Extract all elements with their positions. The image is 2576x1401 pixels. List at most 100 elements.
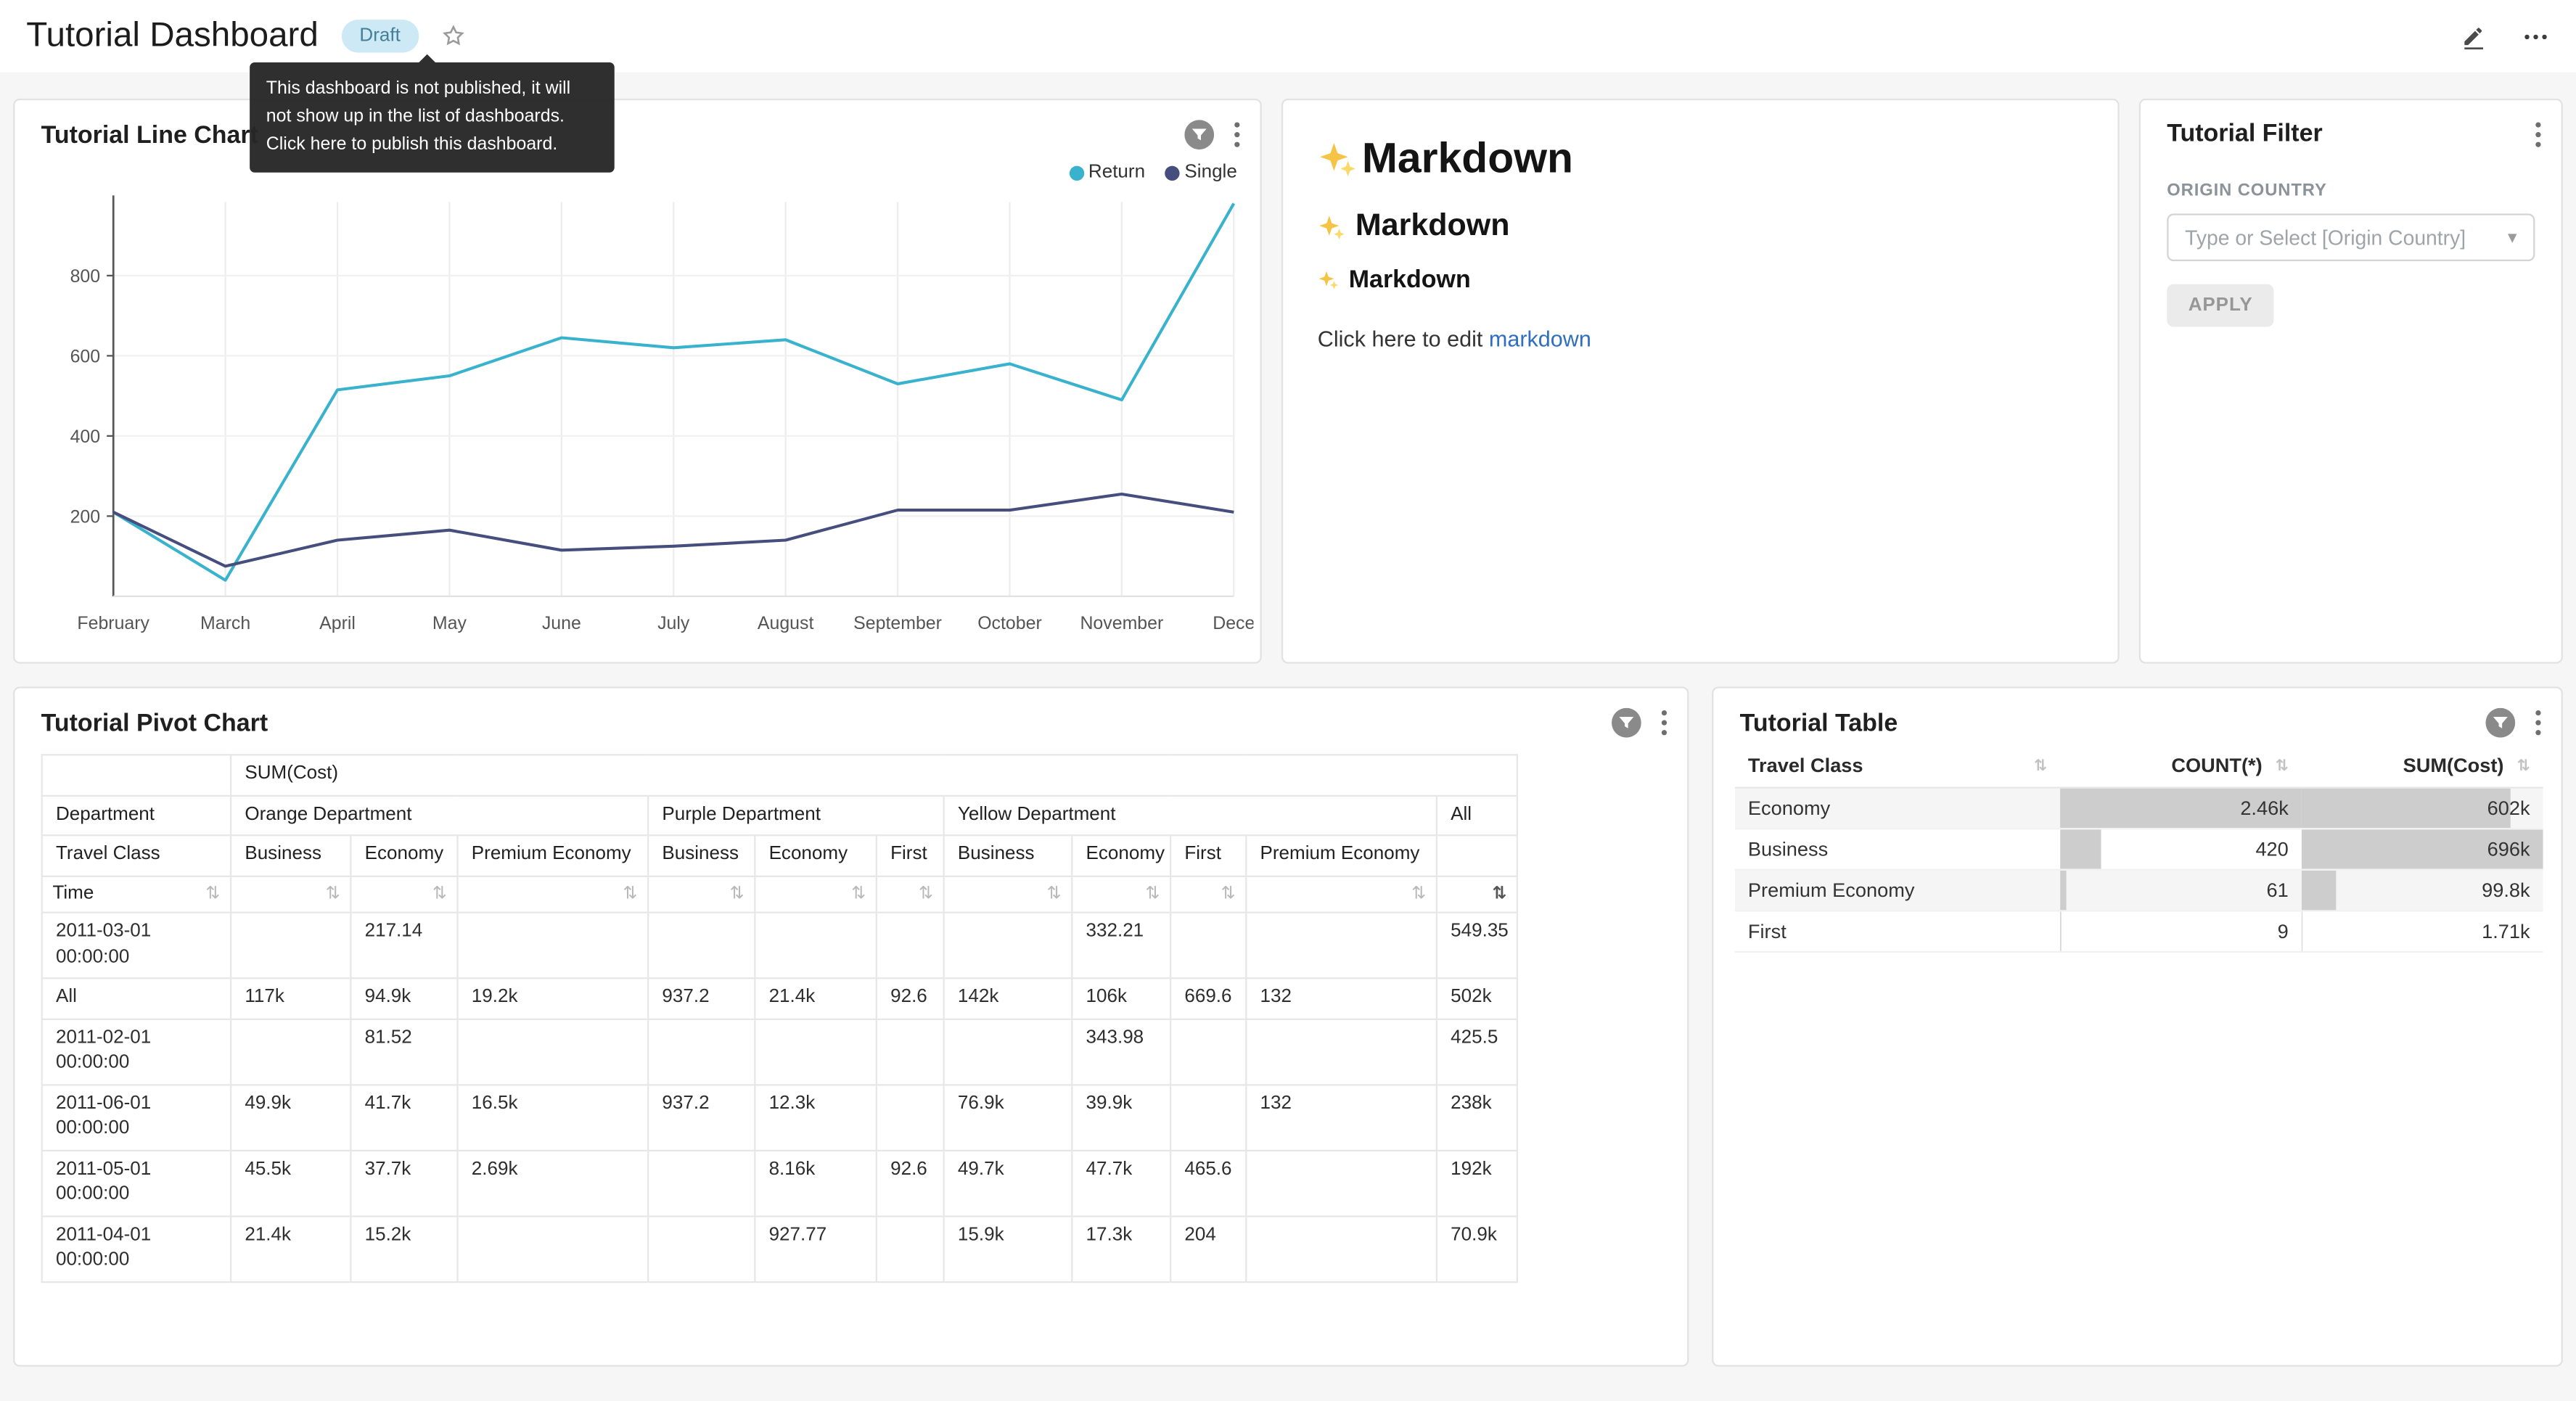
y-axis-tick-label: 600	[70, 346, 101, 366]
sort-icon[interactable]: ⇅	[2276, 757, 2289, 775]
pivot-sort-cell: ⇅	[231, 876, 350, 913]
pivot-value-cell: 47.7k	[1072, 1150, 1170, 1216]
pivot-value-cell	[458, 1216, 649, 1282]
sort-icon[interactable]: ⇅	[205, 882, 220, 905]
pivot-value-cell: 16.5k	[458, 1085, 649, 1151]
markdown-heading-1: Markdown	[1318, 133, 2083, 184]
table-row: Business420696k	[1735, 829, 2543, 870]
sort-icon[interactable]: ⇅	[623, 882, 637, 905]
dashboard-header: Tutorial Dashboard Draft	[0, 0, 2576, 73]
travel-class-cell: First	[1735, 911, 2060, 952]
filter-indicator-icon[interactable]	[2485, 708, 2515, 738]
pivot-value-cell: 927.77	[755, 1216, 877, 1282]
sort-icon[interactable]: ⇅	[1411, 882, 1426, 905]
pivot-row-header: 2011-02-01 00:00:00	[42, 1019, 231, 1085]
pivot-value-cell: 76.9k	[944, 1085, 1072, 1151]
pivot-class-header: Economy	[1072, 835, 1170, 876]
sort-icon[interactable]: ⇅	[326, 882, 340, 905]
column-header-count[interactable]: COUNT(*)⇅	[2060, 744, 2302, 788]
pivot-sort-row: Time ⇅ ⇅ ⇅ ⇅ ⇅ ⇅ ⇅ ⇅ ⇅ ⇅ ⇅ ⇅	[42, 876, 1517, 913]
sort-icon[interactable]: ⇅	[2517, 757, 2530, 775]
x-axis-tick-label: March	[200, 613, 250, 633]
legend-item-single[interactable]: Single	[1165, 163, 1237, 182]
pivot-value-cell: 45.5k	[231, 1150, 350, 1216]
pivot-value-cell: 132	[1246, 1085, 1437, 1151]
sparkles-icon	[1318, 139, 1357, 178]
pivot-class-header: Business	[944, 835, 1072, 876]
x-axis-tick-label: May	[432, 613, 467, 633]
pivot-class-header: Business	[231, 835, 350, 876]
pivot-class-header: Premium Economy	[1246, 835, 1437, 876]
pivot-value-cell: 19.2k	[458, 978, 649, 1019]
pivot-sort-cell: ⇅	[458, 876, 649, 913]
column-label: SUM(Cost)	[2403, 754, 2504, 777]
pivot-value-cell: 937.2	[648, 1085, 755, 1151]
origin-country-select[interactable]: Type or Select [Origin Country] ▾	[2167, 213, 2535, 261]
column-header-sum-cost[interactable]: SUM(Cost) ⇅	[2302, 744, 2543, 788]
sort-icon[interactable]: ⇅	[2034, 757, 2047, 775]
filter-card: Tutorial Filter ORIGIN COUNTRY Type or S…	[2139, 99, 2563, 664]
sort-icon[interactable]: ⇅	[730, 882, 745, 905]
legend-item-return[interactable]: Return	[1069, 163, 1145, 182]
pivot-class-header: Premium Economy	[458, 835, 649, 876]
kebab-menu-icon[interactable]	[2535, 120, 2541, 147]
markdown-body: Markdown Markdown Markdown Click here to…	[1283, 100, 2117, 351]
pivot-measure-header: SUM(Cost)	[231, 755, 1517, 795]
pivot-value-cell	[1170, 1085, 1246, 1151]
draft-badge[interactable]: Draft	[342, 20, 419, 53]
kebab-menu-icon[interactable]	[1234, 122, 1240, 148]
pivot-class-header: First	[877, 835, 944, 876]
publish-tooltip[interactable]: This dashboard is not published, it will…	[250, 62, 615, 173]
pivot-sort-cell: ⇅	[1072, 876, 1170, 913]
pivot-group-header: Purple Department	[648, 795, 944, 836]
kebab-menu-icon[interactable]	[2535, 710, 2541, 736]
card-actions	[2535, 120, 2541, 147]
markdown-heading-text: Markdown	[1355, 209, 1510, 245]
apply-button[interactable]: APPLY	[2167, 284, 2274, 327]
select-placeholder: Type or Select [Origin Country]	[2185, 226, 2498, 249]
markdown-heading-text: Markdown	[1362, 133, 1573, 184]
pivot-department-label: Department	[42, 795, 231, 836]
travel-class-cell: Economy	[1735, 788, 2060, 829]
kebab-menu-icon[interactable]	[1661, 710, 1668, 736]
pivot-value-cell	[755, 1019, 877, 1085]
time-label: Time	[52, 882, 94, 907]
edit-pencil-icon[interactable]	[2461, 22, 2489, 50]
pivot-group-header: All	[1437, 795, 1517, 836]
pivot-value-cell: 39.9k	[1072, 1085, 1170, 1151]
sort-desc-icon[interactable]: ⇅	[1492, 882, 1506, 905]
pivot-value-cell: 49.7k	[944, 1150, 1072, 1216]
pivot-value-cell	[458, 913, 649, 979]
pivot-table: SUM(Cost)DepartmentOrange DepartmentPurp…	[41, 754, 1519, 1282]
markdown-edit-link[interactable]: markdown	[1489, 327, 1591, 352]
pivot-value-cell: 343.98	[1072, 1019, 1170, 1085]
chart-legend: Return Single	[1069, 163, 1237, 182]
sort-icon[interactable]: ⇅	[1221, 882, 1236, 905]
favorite-star-icon[interactable]	[440, 23, 466, 49]
cost-cell: 99.8k	[2302, 870, 2543, 911]
pivot-value-cell: 15.2k	[350, 1216, 457, 1282]
x-axis-tick-label: September	[853, 613, 942, 633]
column-header-travel-class[interactable]: Travel Class⇅	[1735, 744, 2060, 788]
pivot-value-cell: 94.9k	[350, 978, 457, 1019]
pivot-value-cell	[648, 1019, 755, 1085]
sort-icon[interactable]: ⇅	[432, 882, 447, 905]
filter-indicator-icon[interactable]	[1612, 708, 1641, 738]
sort-icon[interactable]: ⇅	[1145, 882, 1160, 905]
sort-icon[interactable]: ⇅	[851, 882, 866, 905]
pivot-sort-cell: ⇅	[1437, 876, 1517, 913]
pivot-value-cell	[877, 1019, 944, 1085]
pivot-value-cell: 17.3k	[1072, 1216, 1170, 1282]
pivot-value-cell	[231, 1019, 350, 1085]
filter-indicator-icon[interactable]	[1184, 120, 1214, 149]
ellipsis-menu-icon[interactable]	[2522, 22, 2549, 50]
legend-dot-return	[1069, 165, 1083, 180]
sort-icon[interactable]: ⇅	[919, 882, 933, 905]
markdown-card: Markdown Markdown Markdown Click here to…	[1281, 99, 2120, 664]
count-cell: 9	[2060, 911, 2302, 952]
pivot-value-cell: 332.21	[1072, 913, 1170, 979]
pivot-group-header: Orange Department	[231, 795, 648, 836]
x-axis-tick-label: February	[77, 613, 149, 633]
pivot-value-cell: 425.5	[1437, 1019, 1517, 1085]
sort-icon[interactable]: ⇅	[1047, 882, 1062, 905]
